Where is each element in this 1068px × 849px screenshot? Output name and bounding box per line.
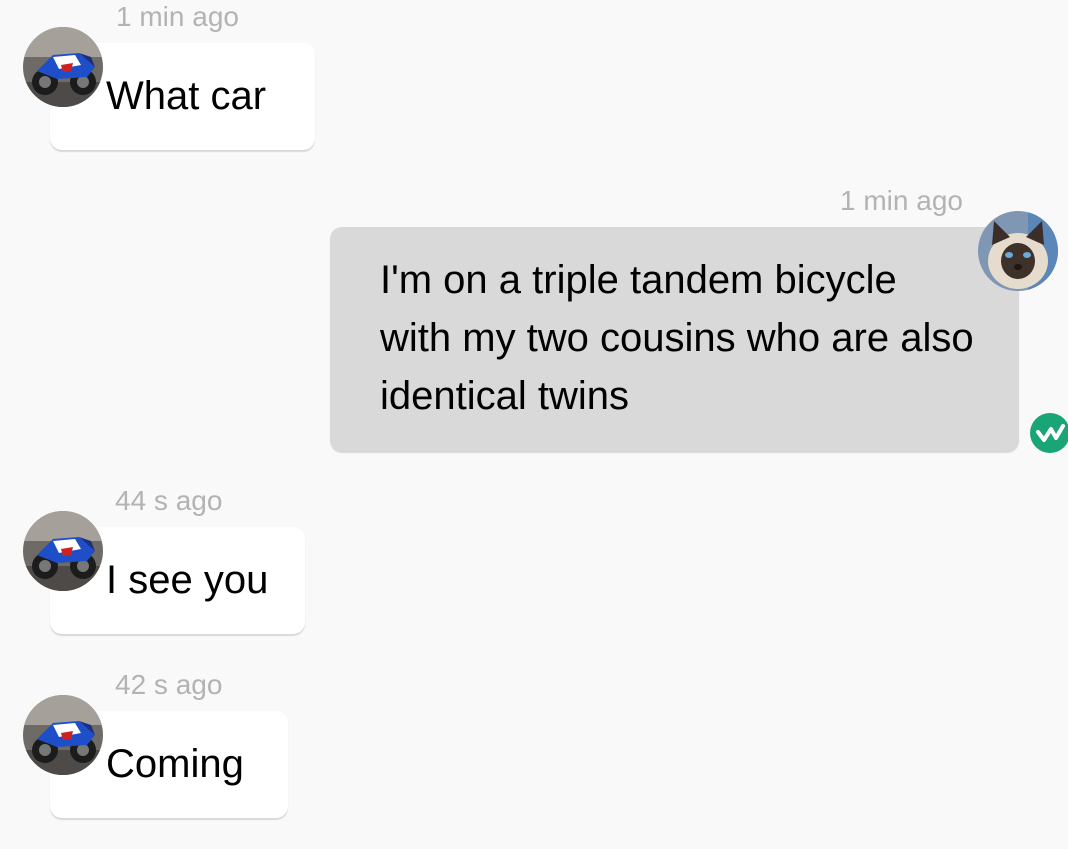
- message-timestamp: 1 min ago: [840, 185, 963, 216]
- message-text-line: with my two cousins who are also: [380, 316, 974, 360]
- message-text-line: identical twins: [380, 374, 630, 418]
- message-text-line: I'm on a triple tandem bicycle: [380, 258, 897, 302]
- read-check-icon: [1029, 412, 1068, 454]
- message-text: What car: [106, 74, 267, 118]
- message-text: Coming: [106, 742, 244, 786]
- message-timestamp: 42 s ago: [115, 669, 223, 700]
- cat-avatar[interactable]: [978, 211, 1058, 291]
- motorcycle-avatar[interactable]: [23, 27, 103, 107]
- message-text: I see you: [106, 558, 269, 602]
- motorcycle-avatar[interactable]: [23, 695, 103, 775]
- motorcycle-avatar[interactable]: [23, 511, 103, 591]
- message-timestamp: 1 min ago: [116, 1, 239, 32]
- message-timestamp: 44 s ago: [115, 485, 223, 516]
